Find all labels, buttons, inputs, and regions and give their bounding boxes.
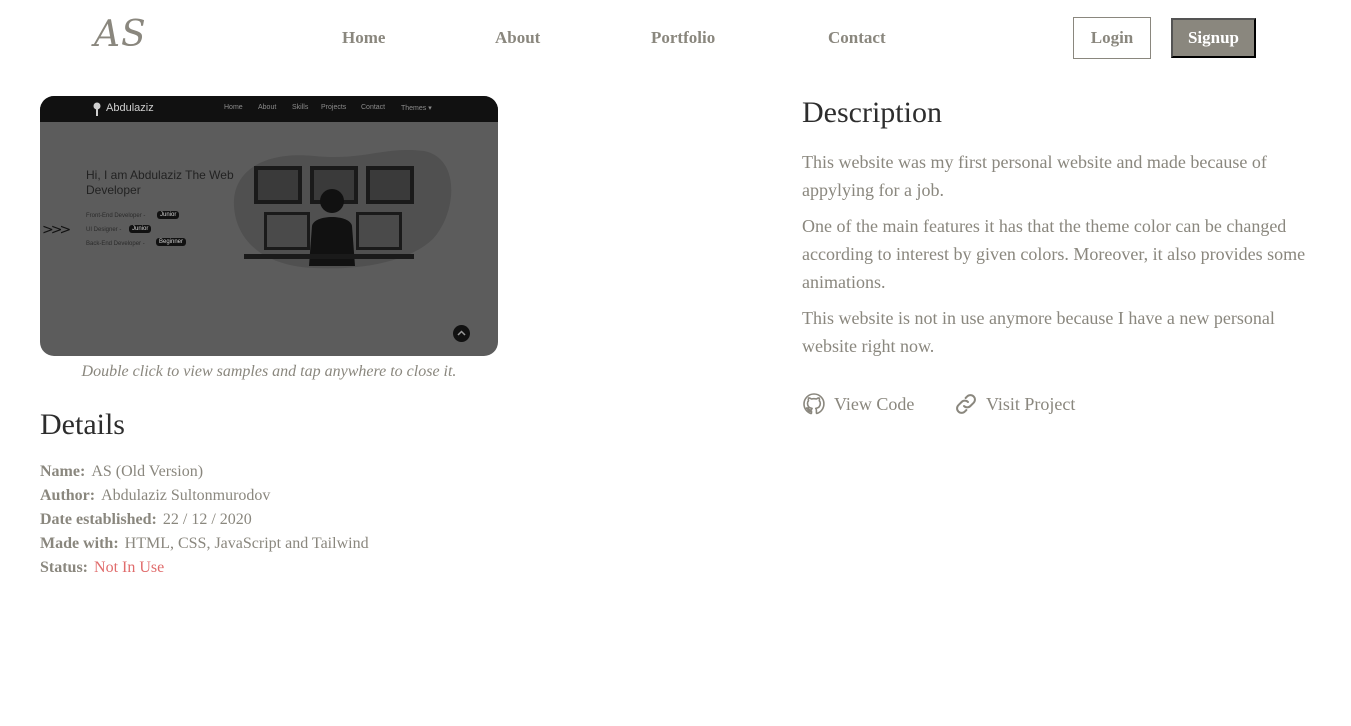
github-icon — [803, 393, 825, 415]
detail-key: Status: — [40, 559, 89, 576]
details-heading: Details — [40, 408, 125, 441]
description-paragraph: One of the main features it has that the… — [802, 216, 1306, 292]
preview-skill-level: Beginner — [156, 238, 187, 246]
link-icon — [956, 394, 976, 414]
description-paragraph: This website was my first personal websi… — [802, 152, 1267, 200]
preview-arrows: >>> — [42, 222, 71, 238]
detail-row-made-with: Made with: HTML, CSS, JavaScript and Tail… — [40, 535, 369, 553]
preview-illustration — [233, 149, 452, 269]
signup-button[interactable]: Signup — [1171, 18, 1256, 58]
preview-menu-item: Projects — [321, 104, 347, 111]
detail-key: Date established: — [40, 511, 157, 528]
description-paragraph: This website is not in use anymore becau… — [802, 308, 1275, 356]
preview-skill-label: UI Designer - — [86, 227, 122, 233]
arrow-up-icon — [453, 325, 470, 342]
site-logo[interactable]: AS — [94, 14, 147, 55]
preview-menu-item: Skills — [292, 104, 309, 111]
detail-row-date: Date established: 22 / 12 / 2020 — [40, 511, 252, 529]
preview-caption: Double click to view samples and tap any… — [81, 363, 457, 380]
description-heading: Description — [802, 96, 942, 129]
preview-menu-item: Contact — [361, 104, 386, 111]
visit-project-label: Visit Project — [986, 393, 1076, 414]
detail-key: Author: — [40, 487, 96, 504]
nav-link-about[interactable]: About — [495, 28, 540, 48]
project-preview-image[interactable]: Abdulaziz Home About Skills Projects Con… — [40, 96, 498, 356]
preview-skill-level: Junior — [129, 225, 152, 233]
detail-key: Made with: — [40, 535, 119, 552]
detail-value: 22 / 12 / 2020 — [162, 511, 252, 528]
preview-skill-label: Back-End Developer - — [86, 241, 145, 247]
view-code-label: View Code — [834, 393, 915, 414]
preview-menu-item: About — [258, 104, 277, 111]
detail-value: Abdulaziz Sultonmurodov — [101, 487, 271, 504]
detail-row-status: Status: Not In Use — [40, 559, 164, 577]
visit-project-link[interactable]: Visit Project — [954, 392, 1075, 416]
preview-skill-label: Front-End Developer - — [86, 213, 146, 219]
login-button[interactable]: Login — [1073, 17, 1151, 59]
preview-hero-title: Hi, I am Abdulaziz The Web Developer — [86, 168, 234, 197]
view-code-link[interactable]: View Code — [802, 392, 914, 416]
detail-row-author: Author: Abdulaziz Sultonmurodov — [40, 487, 270, 505]
preview-brand: Abdulaziz — [106, 102, 154, 114]
nav-link-portfolio[interactable]: Portfolio — [651, 28, 715, 48]
detail-value: HTML, CSS, JavaScript and Tailwind — [124, 535, 369, 552]
detail-key: Name: — [40, 463, 86, 480]
preview-menu-item: Themes ▾ — [401, 105, 432, 112]
detail-row-name: Name: AS (Old Version) — [40, 463, 203, 481]
detail-value: AS (Old Version) — [91, 463, 204, 480]
nav-link-contact[interactable]: Contact — [828, 28, 886, 48]
preview-menu-item: Home — [224, 104, 243, 111]
nav-link-home[interactable]: Home — [342, 28, 385, 48]
preview-brand-icon — [93, 102, 101, 116]
status-badge: Not In Use — [94, 559, 165, 576]
preview-skill-level: Junior — [157, 211, 180, 219]
